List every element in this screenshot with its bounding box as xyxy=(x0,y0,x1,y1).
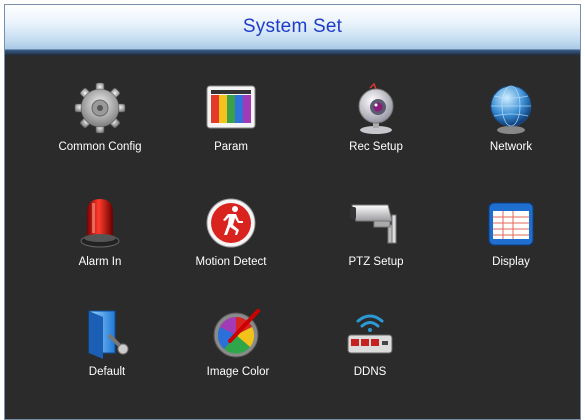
menu-item-label: DDNS xyxy=(353,366,387,378)
menu-item-display[interactable]: Display xyxy=(451,195,571,291)
window-title: System Set xyxy=(242,16,343,37)
webcam-icon xyxy=(348,80,404,136)
menu-item-label: Image Color xyxy=(206,366,270,378)
wifi-router-icon xyxy=(342,305,398,361)
menu-item-alarm-in[interactable]: Alarm In xyxy=(40,195,160,291)
menu-item-ddns[interactable]: DDNS xyxy=(310,305,430,401)
menu-item-label: Display xyxy=(492,256,530,268)
menu-item-image-color[interactable]: Image Color xyxy=(178,305,298,401)
gear-icon xyxy=(72,80,128,136)
running-man-icon xyxy=(203,195,259,251)
menu-item-label: Common Config xyxy=(58,141,142,153)
menu-item-label: Param xyxy=(214,141,248,153)
globe-icon xyxy=(483,80,539,136)
menu-item-label: Default xyxy=(88,366,126,378)
spreadsheet-window-icon xyxy=(483,195,539,251)
palette-icon xyxy=(210,305,266,361)
menu-item-common-config[interactable]: Common Config xyxy=(40,80,160,176)
siren-icon xyxy=(72,195,128,251)
security-camera-icon xyxy=(348,195,404,251)
reset-folder-icon xyxy=(79,305,135,361)
menu-item-label: Rec Setup xyxy=(349,141,403,153)
title-bar: System Set xyxy=(5,5,580,50)
menu-item-network[interactable]: Network xyxy=(451,80,571,176)
menu-item-label: PTZ Setup xyxy=(348,256,404,268)
menu-item-label: Network xyxy=(489,141,533,153)
menu-item-default[interactable]: Default xyxy=(47,305,167,401)
menu-item-rec-setup[interactable]: Rec Setup xyxy=(316,80,436,176)
menu-item-label: Motion Detect xyxy=(195,256,267,268)
menu-item-param[interactable]: Param xyxy=(171,80,291,176)
color-bars-icon xyxy=(203,80,259,136)
menu-item-ptz-setup[interactable]: PTZ Setup xyxy=(316,195,436,291)
menu-item-motion-detect[interactable]: Motion Detect xyxy=(171,195,291,291)
menu-grid: Common Config Param Rec Setup Network Al… xyxy=(5,55,580,419)
menu-item-label: Alarm In xyxy=(78,256,122,268)
system-set-window: System Set Common Config Param Rec Setup… xyxy=(4,4,581,420)
